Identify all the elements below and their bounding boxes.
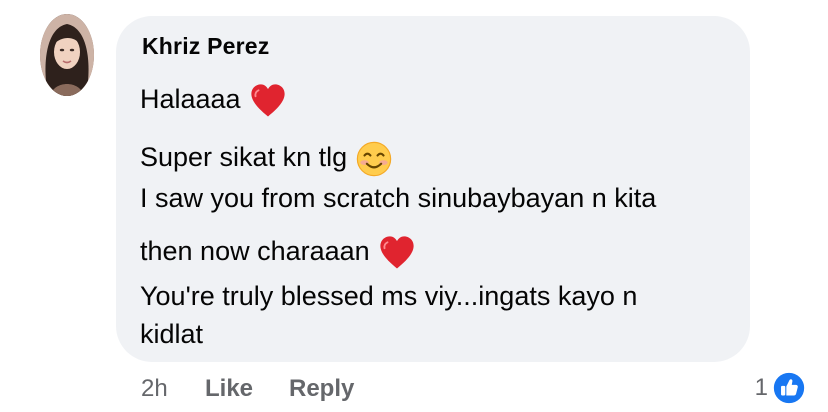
comment-bubble: Khriz Perez Halaaaa Super sikat kn tlg I…	[116, 16, 750, 362]
comment-line-text: You're truly blessed ms viy...ingats kay…	[140, 281, 638, 311]
comment-line-text: Halaaaa	[140, 84, 241, 115]
comment-line: You're truly blessed ms viy...ingats kay…	[140, 280, 637, 312]
comment-line: kidlat	[140, 318, 203, 350]
comment-line: Halaaaa	[140, 82, 287, 120]
comment-line: then now charaaan	[140, 234, 416, 272]
comment-author-name[interactable]: Khriz Perez	[142, 33, 269, 60]
avatar-photo	[40, 14, 94, 96]
thumbs-up-icon	[772, 371, 806, 405]
comment-line-text: Super sikat kn tlg	[140, 142, 348, 173]
reply-button[interactable]: Reply	[289, 372, 354, 406]
heart-icon	[249, 82, 287, 120]
comment-line-text: I saw you from scratch sinubaybayan n ki…	[140, 183, 657, 213]
heart-icon	[378, 234, 416, 272]
comment-line: Super sikat kn tlg	[140, 140, 393, 178]
avatar[interactable]	[40, 14, 94, 96]
comment-line-text: then now charaaan	[140, 236, 370, 267]
comment-line-text: kidlat	[140, 319, 204, 349]
comment-line: I saw you from scratch sinubaybayan n ki…	[140, 182, 656, 214]
reaction-summary[interactable]: 1	[755, 370, 806, 406]
comment-timestamp[interactable]: 2h	[141, 372, 168, 406]
like-button[interactable]: Like	[205, 372, 253, 406]
reaction-count: 1	[754, 374, 768, 401]
smiling-face-icon	[355, 140, 393, 178]
